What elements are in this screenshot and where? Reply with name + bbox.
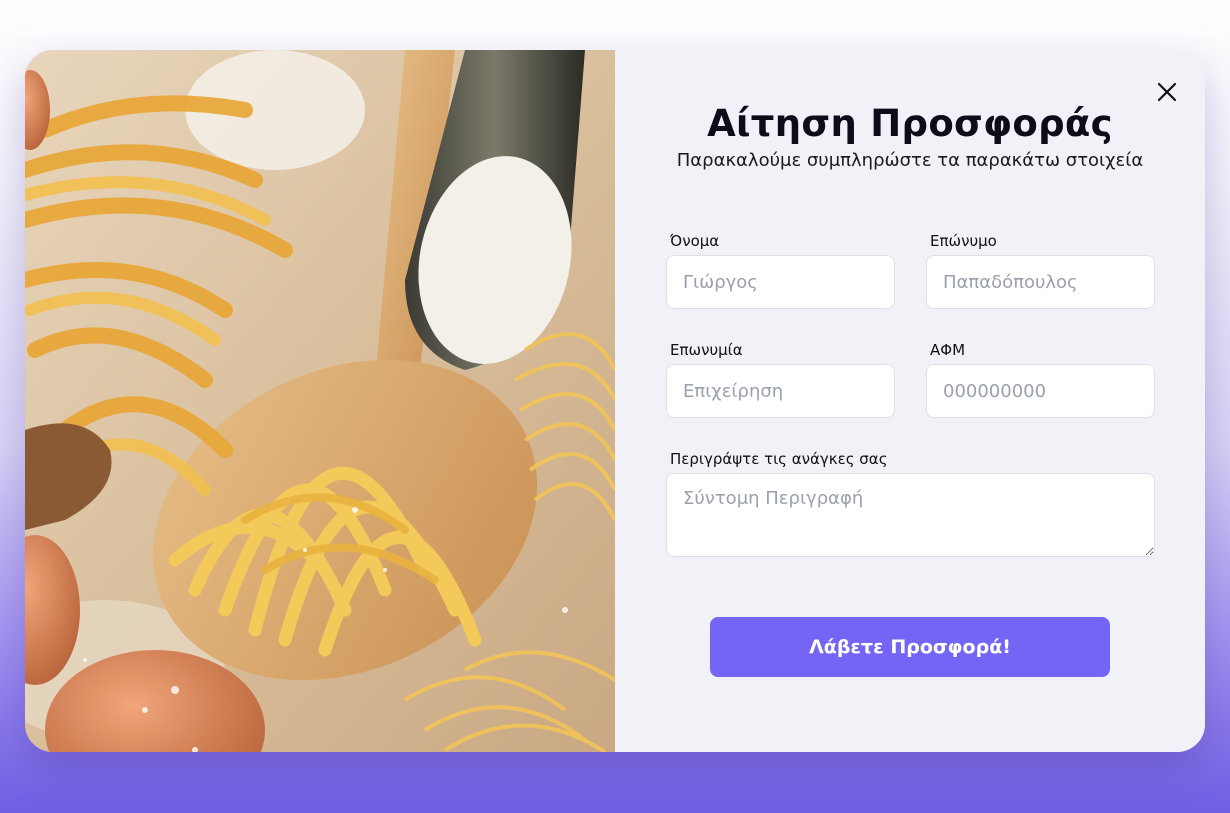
last-name-input[interactable] — [926, 255, 1155, 309]
form-title: Αίτηση Προσφοράς — [707, 102, 1113, 145]
company-input[interactable] — [666, 364, 895, 418]
description-textarea[interactable] — [666, 473, 1155, 557]
last-name-label: Επώνυμο — [930, 232, 997, 250]
company-label: Επωνυμία — [670, 341, 743, 359]
description-label: Περιγράψτε τις ανάγκες σας — [670, 450, 888, 468]
first-name-label: Όνομα — [670, 232, 720, 250]
vat-input[interactable] — [926, 364, 1155, 418]
quote-form-panel: Αίτηση Προσφοράς Παρακαλούμε συμπληρώστε… — [615, 50, 1205, 752]
quote-request-modal: Αίτηση Προσφοράς Παρακαλούμε συμπληρώστε… — [25, 50, 1205, 752]
first-name-input[interactable] — [666, 255, 895, 309]
get-offer-button[interactable]: Λάβετε Προσφορά! — [710, 617, 1110, 677]
vat-label: ΑΦΜ — [930, 341, 966, 359]
form-subtitle: Παρακαλούμε συμπληρώστε τα παρακάτω στοι… — [676, 150, 1144, 171]
fresh-pasta-photo — [25, 50, 615, 752]
